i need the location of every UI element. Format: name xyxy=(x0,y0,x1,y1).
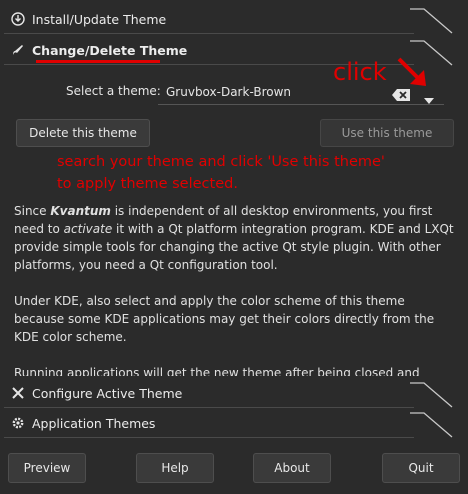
annotation-line-1: search your theme and click 'Use this th… xyxy=(57,154,385,170)
section-install-update[interactable]: Install/Update Theme xyxy=(0,5,468,33)
section-install-label: Install/Update Theme xyxy=(32,11,167,27)
theme-combobox[interactable]: Gruvbox-Dark-Brown xyxy=(158,80,444,105)
section-change-label: Change/Delete Theme xyxy=(32,42,188,58)
corner-tab-icon xyxy=(410,382,453,408)
annotation-line-2: to apply theme selected. xyxy=(57,176,238,192)
preview-button[interactable]: Preview xyxy=(8,453,86,483)
section-app-themes-label: Application Themes xyxy=(32,415,156,431)
section-application-themes[interactable]: Application Themes xyxy=(0,409,468,437)
delete-theme-button[interactable]: Delete this theme xyxy=(16,119,150,147)
select-theme-label: Select a theme: xyxy=(66,84,161,98)
brush-icon xyxy=(10,42,26,58)
activate-emphasis: activate xyxy=(63,222,113,236)
about-button[interactable]: About xyxy=(253,453,331,483)
section-configure-active[interactable]: Configure Active Theme xyxy=(0,379,468,407)
annotation-text: search your theme and click 'Use this th… xyxy=(57,151,385,195)
clear-text-icon[interactable] xyxy=(392,86,410,105)
use-theme-button[interactable]: Use this theme xyxy=(320,119,454,147)
divider xyxy=(4,437,414,438)
download-icon xyxy=(10,11,26,27)
corner-tab-icon xyxy=(410,412,453,438)
description-paragraph-2: Under KDE, also select and apply the col… xyxy=(14,294,435,344)
theme-combobox-value: Gruvbox-Dark-Brown xyxy=(166,85,292,99)
divider xyxy=(4,33,414,34)
annotation-underline xyxy=(36,60,160,63)
tools-icon xyxy=(10,385,26,401)
help-button[interactable]: Help xyxy=(136,453,214,483)
section-configure-label: Configure Active Theme xyxy=(32,385,183,401)
gear-icon xyxy=(10,415,26,431)
corner-tab-icon xyxy=(410,8,453,34)
quit-button[interactable]: Quit xyxy=(382,453,460,483)
divider xyxy=(4,407,414,408)
kvantum-emphasis: Kvantum xyxy=(50,204,111,218)
description-paragraph-1: Since Kvantum is independent of all desk… xyxy=(14,204,454,272)
description-text: Since Kvantum is independent of all desk… xyxy=(14,202,454,400)
chevron-down-icon[interactable] xyxy=(424,89,434,108)
